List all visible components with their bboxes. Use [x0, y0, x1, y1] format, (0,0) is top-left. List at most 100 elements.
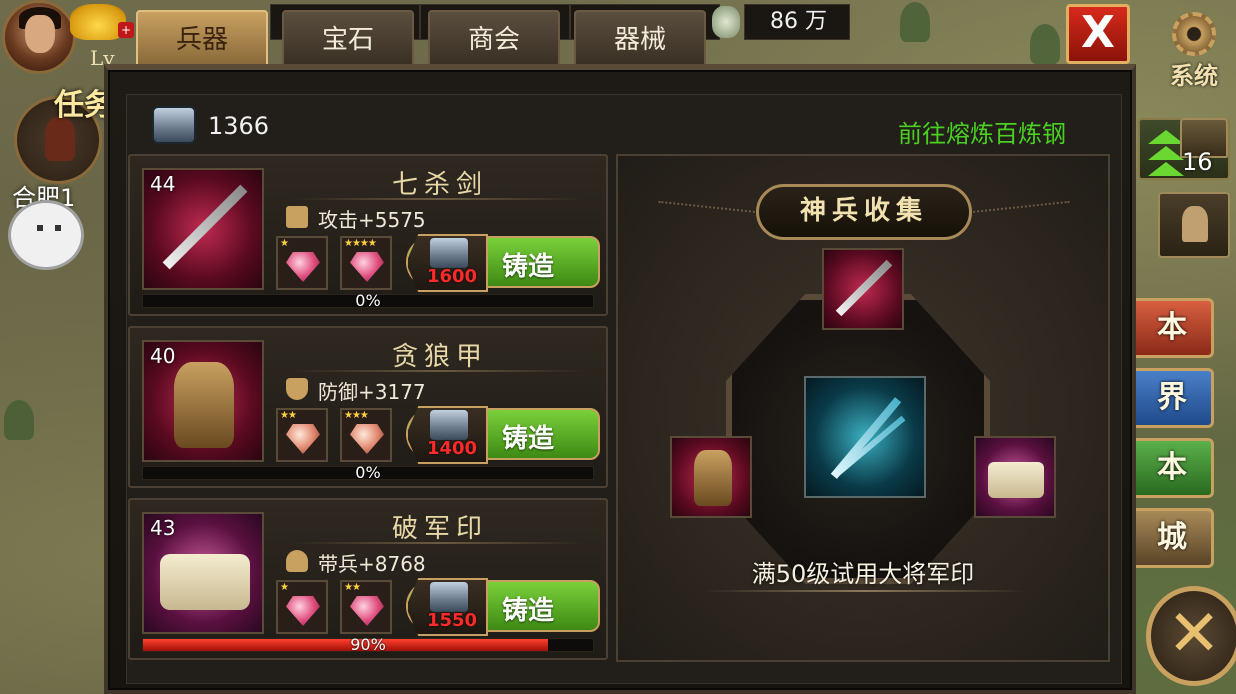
collection-item-sword[interactable] — [822, 248, 904, 330]
forge-label: 铸造 — [502, 424, 555, 454]
gem-stars: ★ — [280, 582, 289, 593]
item-level: 43 — [150, 516, 176, 540]
item-thumbnail[interactable]: 40 — [142, 340, 264, 462]
item-stat: 带兵+8768 — [318, 552, 426, 576]
gem-icon — [286, 596, 320, 626]
system-button[interactable]: 系统 — [1154, 12, 1234, 90]
collection-title: 神兵收集 — [756, 184, 972, 240]
item-thumbnail[interactable]: 44 — [142, 168, 264, 290]
divine-weapon-reward[interactable] — [804, 376, 926, 498]
gem-icon — [350, 596, 384, 626]
gem-slot[interactable]: ★★★ — [340, 408, 392, 462]
system-label: 系统 — [1170, 61, 1218, 90]
tree-decoration — [1030, 24, 1060, 64]
chest-count: 16 — [1182, 148, 1213, 176]
forge-cost-badge: 1400 — [406, 406, 488, 464]
tree-decoration — [4, 400, 34, 440]
item-name: 破军印 — [391, 514, 488, 544]
sword-icon — [835, 259, 893, 317]
forge-button[interactable]: 1600 铸造 — [406, 234, 600, 292]
divider — [704, 590, 1026, 592]
sword-icon — [162, 184, 248, 270]
item-level: 40 — [150, 344, 176, 368]
gem-icon — [350, 424, 384, 454]
item-name: 七杀剑 — [391, 170, 488, 200]
gem-slot[interactable]: ★★★★ — [340, 236, 392, 290]
item-stat: 攻击+5575 — [318, 208, 426, 232]
player-avatar[interactable] — [2, 0, 76, 74]
forge-item-row: 40 贪狼甲 防御+3177 ★★ ★★★ 1400 铸造 0% — [128, 326, 608, 488]
side-button-world[interactable]: 界 — [1130, 368, 1214, 428]
gem-slot[interactable]: ★★ — [340, 580, 392, 634]
forge-cost: 1550 — [426, 610, 478, 631]
item-thumbnail[interactable]: 43 — [142, 512, 264, 634]
progress-text: 0% — [355, 463, 381, 482]
chain-decoration — [658, 200, 758, 216]
forge-progress-bar: 0% — [142, 463, 594, 482]
resource-box-silver: 86 万 — [744, 4, 850, 40]
seal-icon — [988, 462, 1044, 498]
forge-label: 铸造 — [502, 596, 555, 626]
gear-icon — [1172, 12, 1216, 56]
forge-cost: 1400 — [426, 438, 478, 459]
tab-gems[interactable]: 宝石 — [282, 10, 414, 66]
arrow-up-icon — [1148, 162, 1184, 176]
side-button-instance[interactable]: 本 — [1130, 438, 1214, 498]
gem-stars: ★★★★ — [344, 238, 377, 249]
armor-icon — [694, 450, 732, 506]
forge-cost: 1600 — [426, 266, 478, 287]
close-button[interactable]: X — [1066, 4, 1130, 64]
forge-cost-badge: 1550 — [406, 578, 488, 636]
gem-icon — [286, 424, 320, 454]
forge-cost-badge: 1600 — [406, 234, 488, 292]
forge-button[interactable]: 1400 铸造 — [406, 406, 600, 464]
gem-stars: ★ — [280, 238, 289, 249]
progress-text: 0% — [355, 291, 381, 310]
collection-item-seal[interactable] — [974, 436, 1056, 518]
divider — [294, 542, 584, 544]
tab-machinery[interactable]: 器械 — [574, 10, 706, 66]
forge-label: 铸造 — [502, 252, 555, 282]
silver-icon — [712, 6, 740, 38]
item-stat: 防御+3177 — [318, 380, 426, 404]
crossed-swords-button[interactable]: ✕ — [1146, 586, 1236, 686]
steel-icon — [430, 582, 468, 612]
side-button-city[interactable]: 城 — [1130, 508, 1214, 568]
gem-slot[interactable]: ★ — [276, 580, 328, 634]
forge-progress-bar: 0% — [142, 291, 594, 310]
collection-caption: 满50级试用大将军印 — [751, 560, 975, 588]
arrow-up-icon — [1148, 130, 1184, 144]
goto-smelt-link[interactable]: 前往熔炼百炼钢 — [898, 114, 1066, 149]
forge-button[interactable]: 1550 铸造 — [406, 578, 600, 636]
tab-weapons[interactable]: 兵器 — [136, 10, 268, 66]
bag-icon — [1182, 206, 1208, 242]
arrow-up-icon — [1148, 146, 1184, 160]
steel-icon — [430, 410, 468, 440]
gem-icon — [286, 252, 320, 282]
gem-slot[interactable]: ★ — [276, 236, 328, 290]
forge-item-row: 44 七杀剑 攻击+5575 ★ ★★★★ 1600 铸造 0% — [128, 154, 608, 316]
progress-text: 90% — [350, 635, 386, 654]
gem-stars: ★★★ — [344, 410, 369, 421]
gem-stars: ★★ — [344, 582, 361, 593]
steel-count: 1366 — [208, 112, 270, 140]
gem-icon — [350, 252, 384, 282]
gem-slot[interactable]: ★★ — [276, 408, 328, 462]
steel-icon — [430, 238, 468, 268]
gem-stars: ★★ — [280, 410, 297, 421]
armor-icon — [174, 362, 234, 448]
sword-icon — [286, 206, 308, 228]
chat-face-icon — [33, 225, 65, 245]
divider — [294, 198, 584, 200]
collection-item-armor[interactable] — [670, 436, 752, 518]
bag-button[interactable] — [1158, 192, 1230, 258]
avatar-face — [25, 15, 55, 53]
divine-weapon-collection: 神兵收集 满50级试用大将军印 — [616, 154, 1110, 662]
side-button-dungeon[interactable]: 本 — [1130, 298, 1214, 358]
add-gold-icon[interactable]: + — [118, 22, 134, 38]
tab-commerce[interactable]: 商会 — [428, 10, 560, 66]
chat-button[interactable] — [8, 200, 84, 270]
forge-item-row: 43 破军印 带兵+8768 ★ ★★ 1550 铸造 90% — [128, 498, 608, 660]
seal-icon — [160, 554, 250, 610]
troops-icon — [286, 550, 308, 572]
